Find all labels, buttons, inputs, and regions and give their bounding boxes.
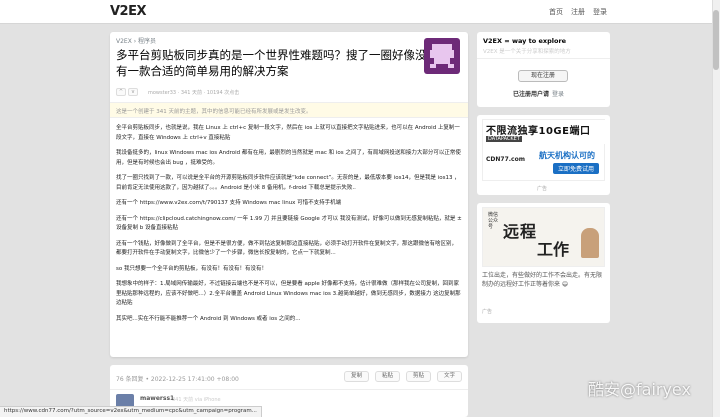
ad-remote-work[interactable]: 微信公众号 远程 工作 工位出走，有些做好的工作不会出走。有无限制办的远程好工作… bbox=[477, 203, 610, 323]
paragraph: 还有一个 https://clipcloud.catchingnow.com/ … bbox=[116, 215, 462, 232]
ad-cdn77[interactable]: 不限流独享10GE端口 DATAPACKET CDN77.com 航天机构认可的… bbox=[477, 115, 610, 195]
watermark: 酷安@fairyex bbox=[588, 380, 691, 399]
scrollbar-thumb[interactable] bbox=[713, 10, 719, 70]
page-scrollbar[interactable] bbox=[712, 0, 720, 417]
vote-up-button[interactable]: ^ bbox=[116, 88, 126, 96]
ad-label: 广告 bbox=[537, 186, 548, 192]
reply-count: 76 条回复 • 2022-12-25 17:41:00 +08:00 bbox=[116, 376, 239, 383]
vote-group: ^ v bbox=[116, 88, 138, 96]
top-navbar: V2EX 首页 注册 登录 bbox=[0, 0, 720, 24]
paragraph: 还有一个 https://www.v2ex.com/t/790137 支持 Wi… bbox=[116, 200, 342, 206]
paragraph: 还有一个钱贴，好像做到了全平台，但是不是很方便，做不到钻这复制那边直接粘贴，必须… bbox=[116, 240, 458, 257]
paragraph: 全平台剪贴板同步，也就是说，我在 Linux 上 ctrl+c 复制一段文字，然… bbox=[116, 125, 460, 141]
ad-cta-button[interactable]: 立即免费试用 bbox=[553, 163, 600, 174]
paragraph: 我设备挺多的，linux Windows mac ios Android 都有在… bbox=[116, 150, 461, 166]
paragraph: 找了一圈只找到了一款，可以说是全平台的开源剪贴板同步软件应该就是“kde con… bbox=[116, 175, 460, 191]
vote-down-button[interactable]: v bbox=[128, 88, 138, 96]
topic-title: 多平台剪贴板同步真的是一个世界性难题吗？搜了一圈好像没有一款合适的简单易用的解决… bbox=[116, 48, 427, 78]
login-link[interactable]: 登录 bbox=[552, 91, 564, 98]
sidebar-title: V2EX = way to explore bbox=[483, 37, 567, 45]
nav-register[interactable]: 注册 bbox=[571, 7, 585, 17]
topic-box: V2EX › 程序员 多平台剪贴板同步真的是一个世界性难题吗？搜了一圈好像没有一… bbox=[110, 32, 468, 357]
ad-side-text: 微信公众号 bbox=[488, 212, 499, 230]
ad-description[interactable]: 工位出走，有些做好的工作不会出走。有无限制办的远程好工作正等着你来 😄 bbox=[482, 272, 605, 289]
nav-login[interactable]: 登录 bbox=[593, 7, 607, 17]
author-avatar[interactable] bbox=[424, 38, 460, 74]
sidebar-subtitle: V2EX 是一个关于分享和探索的地方 bbox=[483, 49, 571, 55]
reply-item: mawerss1 341 天前 via iPhone bbox=[110, 389, 468, 412]
ad-big-text-2: 工作 bbox=[537, 240, 570, 259]
sidebar-welcome: V2EX = way to explore V2EX 是一个关于分享和探索的地方… bbox=[477, 32, 610, 107]
topic-content: 全平台剪贴板同步，也就是说，我在 Linux 上 ctrl+c 复制一段文字，然… bbox=[116, 124, 462, 330]
age-notice: 这是一个创建于 341 天前的主题，其中的信息可能已经有所发展或是发生改变。 bbox=[110, 102, 468, 118]
tag-button[interactable]: 剪贴 bbox=[405, 371, 431, 382]
ad-label: 广告 bbox=[482, 309, 493, 315]
login-prompt-text: 已注册用户请 bbox=[513, 91, 550, 98]
ad-big-text: 远程 bbox=[503, 222, 538, 241]
topic-meta: mowster33 · 341 天前 · 10194 次点击 bbox=[148, 90, 240, 96]
person-illustration bbox=[581, 228, 599, 258]
ad-slogan: 航天机构认可的 bbox=[539, 151, 595, 160]
ad-brand-tag: DATAPACKET bbox=[486, 136, 522, 142]
reply-time: 341 天前 via iPhone bbox=[172, 397, 221, 403]
site-logo[interactable]: V2EX bbox=[110, 4, 147, 19]
ad-image[interactable]: 微信公众号 远程 工作 bbox=[482, 207, 605, 267]
reply-tag-buttons: 复制 粘贴 剪贴 文字 bbox=[343, 371, 462, 382]
ad-cdn-name: CDN77.com bbox=[486, 156, 525, 163]
tag-button[interactable]: 粘贴 bbox=[374, 371, 400, 382]
ad-bottom: CDN77.com 航天机构认可的 立即免费试用 bbox=[483, 148, 606, 182]
login-prompt: 已注册用户请 登录 bbox=[513, 89, 564, 98]
tag-button[interactable]: 复制 bbox=[343, 371, 369, 382]
paragraph: 我想象中的样子：1.局域网传输最好，不过链接云端也不是不可以，但是要看 appl… bbox=[116, 281, 461, 306]
paragraph: 其实吧...实在不行能不能推荐一个 Android 到 Windows 或者 i… bbox=[116, 315, 301, 322]
breadcrumb[interactable]: V2EX › 程序员 bbox=[116, 36, 156, 45]
top-nav: 首页 注册 登录 bbox=[549, 7, 607, 17]
nav-home[interactable]: 首页 bbox=[549, 7, 563, 17]
divider bbox=[477, 58, 610, 59]
ad-banner[interactable]: 不限流独享10GE端口 DATAPACKET CDN77.com 航天机构认可的… bbox=[482, 119, 606, 182]
register-button[interactable]: 现在注册 bbox=[518, 70, 568, 82]
reply-username[interactable]: mawerss1 bbox=[140, 395, 174, 402]
paragraph: so 我只想要一个全平台的剪贴板，有没有！有没有！有没有！ bbox=[116, 265, 267, 272]
status-bar-url: https://www.cdn77.com/?utm_source=v2ex&u… bbox=[0, 406, 262, 417]
tag-button[interactable]: 文字 bbox=[436, 371, 462, 382]
